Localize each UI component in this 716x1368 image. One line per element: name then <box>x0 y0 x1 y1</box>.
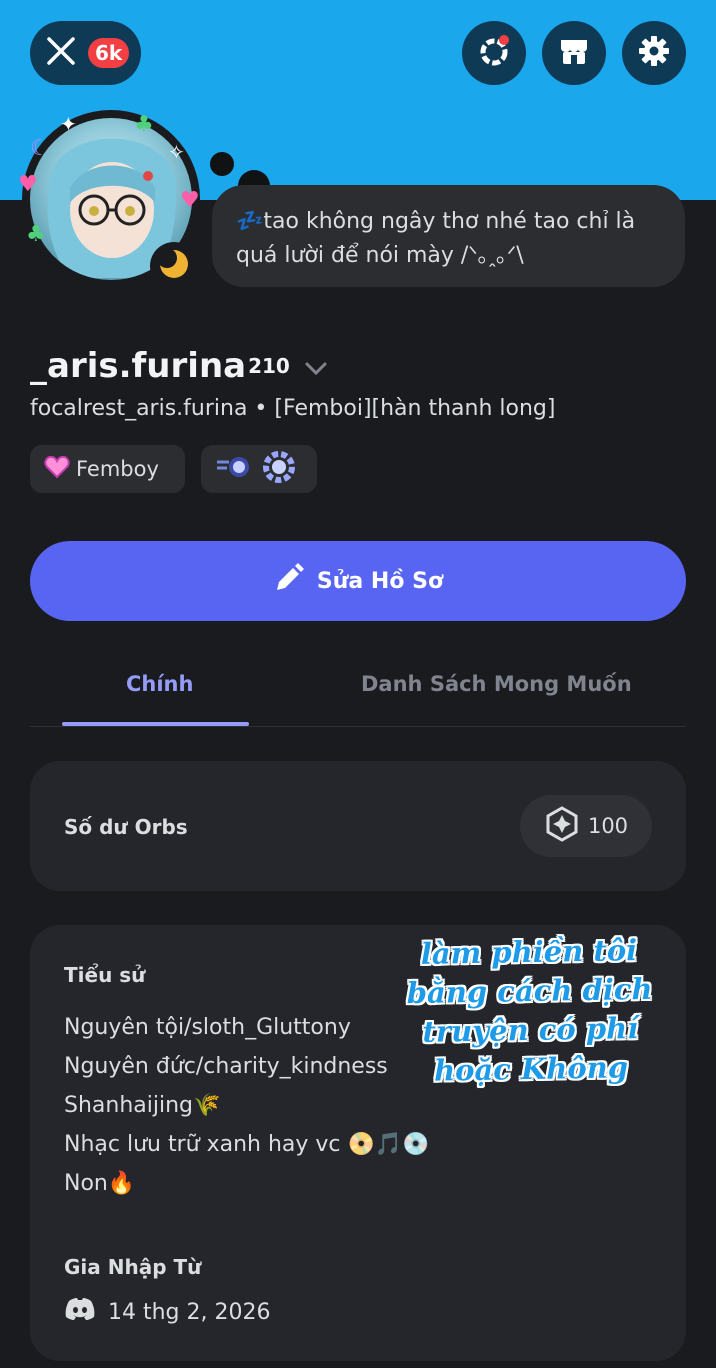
speed-badge-icon <box>215 454 251 485</box>
nitro-icon <box>476 33 512 73</box>
star-decoration-icon: ✧ <box>168 140 185 164</box>
active-tab-indicator <box>62 722 249 726</box>
profile-tag[interactable]: Femboy <box>30 445 185 493</box>
chevron-down-icon[interactable] <box>304 346 328 386</box>
orbs-balance-value: 100 <box>587 814 629 838</box>
member-since-row: 14 thg 2, 2026 <box>64 1297 271 1327</box>
orb-icon <box>544 805 580 847</box>
orbs-label: Số dư Orbs <box>64 815 188 839</box>
shop-icon <box>557 34 591 72</box>
clover-decoration-icon: ♣ <box>134 112 154 137</box>
nitro-button[interactable] <box>462 21 526 85</box>
close-button[interactable]: 6k <box>30 21 141 85</box>
bio-line: Nguyên đức/charity_kindness <box>64 1054 388 1079</box>
about-me-card: Tiểu sử Nguyên tội/sloth_Gluttony Nguyên… <box>30 925 686 1361</box>
edit-profile-label: Sửa Hồ Sơ <box>316 568 444 594</box>
settings-button[interactable] <box>622 21 686 85</box>
bio-line: Nhạc lưu trữ xanh hay vc 📀🎵💿 <box>64 1132 430 1157</box>
discord-logo-icon <box>64 1297 96 1327</box>
display-name-superscript: 210 <box>248 354 290 378</box>
idle-status-indicator <box>150 242 198 290</box>
moon-icon <box>157 247 191 285</box>
handwritten-overlay-text: làm phiền tôi bằng cách dịch truyện có p… <box>406 933 653 1088</box>
star-decoration-icon: ✦ <box>60 112 77 136</box>
display-name-text: _aris.furina <box>30 346 247 386</box>
member-since-title: Gia Nhập Từ <box>64 1255 202 1279</box>
heart-decoration-icon: ♥ <box>180 188 200 213</box>
profile-tabs: Chính Danh Sách Mong Muốn <box>30 650 686 727</box>
notification-badge: 6k <box>88 38 130 68</box>
profile-tag-label: Femboy <box>76 457 159 481</box>
thought-dot <box>210 152 234 176</box>
nitro-badge-icon <box>261 450 297 489</box>
pink-heart-icon <box>44 455 70 484</box>
bio-line: Shanhaijing🌾 <box>64 1093 221 1118</box>
custom-status-bubble[interactable]: 💤tao không ngây thơ nhé tao chỉ là quá l… <box>212 185 685 287</box>
display-name[interactable]: _aris.furina 210 <box>30 346 328 386</box>
bio-title: Tiểu sử <box>64 963 146 987</box>
bio-line: Non🔥 <box>64 1171 136 1196</box>
pencil-icon <box>273 562 305 600</box>
username-pronouns: focalrest_aris.furina • [Femboi][hàn tha… <box>30 396 556 421</box>
orbs-balance-card: Số dư Orbs 100 <box>30 761 686 891</box>
close-icon <box>46 36 76 70</box>
tab-main[interactable]: Chính <box>126 672 193 696</box>
moon-decoration-icon: ☾ <box>30 136 50 161</box>
bio-line: Nguyên tội/sloth_Gluttony <box>64 1015 351 1040</box>
orbs-balance-pill[interactable]: 100 <box>520 795 652 857</box>
heart-decoration-icon: ♥ <box>18 172 38 197</box>
member-since-date: 14 thg 2, 2026 <box>108 1299 271 1325</box>
gear-icon <box>637 34 671 72</box>
tab-wishlist[interactable]: Danh Sách Mong Muốn <box>361 672 632 696</box>
badges-row[interactable] <box>201 445 317 493</box>
clover-decoration-icon: ♣ <box>26 222 46 247</box>
shop-button[interactable] <box>542 21 606 85</box>
edit-profile-button[interactable]: Sửa Hồ Sơ <box>30 541 686 621</box>
custom-status-text: 💤tao không ngây thơ nhé tao chỉ là quá l… <box>236 209 636 268</box>
